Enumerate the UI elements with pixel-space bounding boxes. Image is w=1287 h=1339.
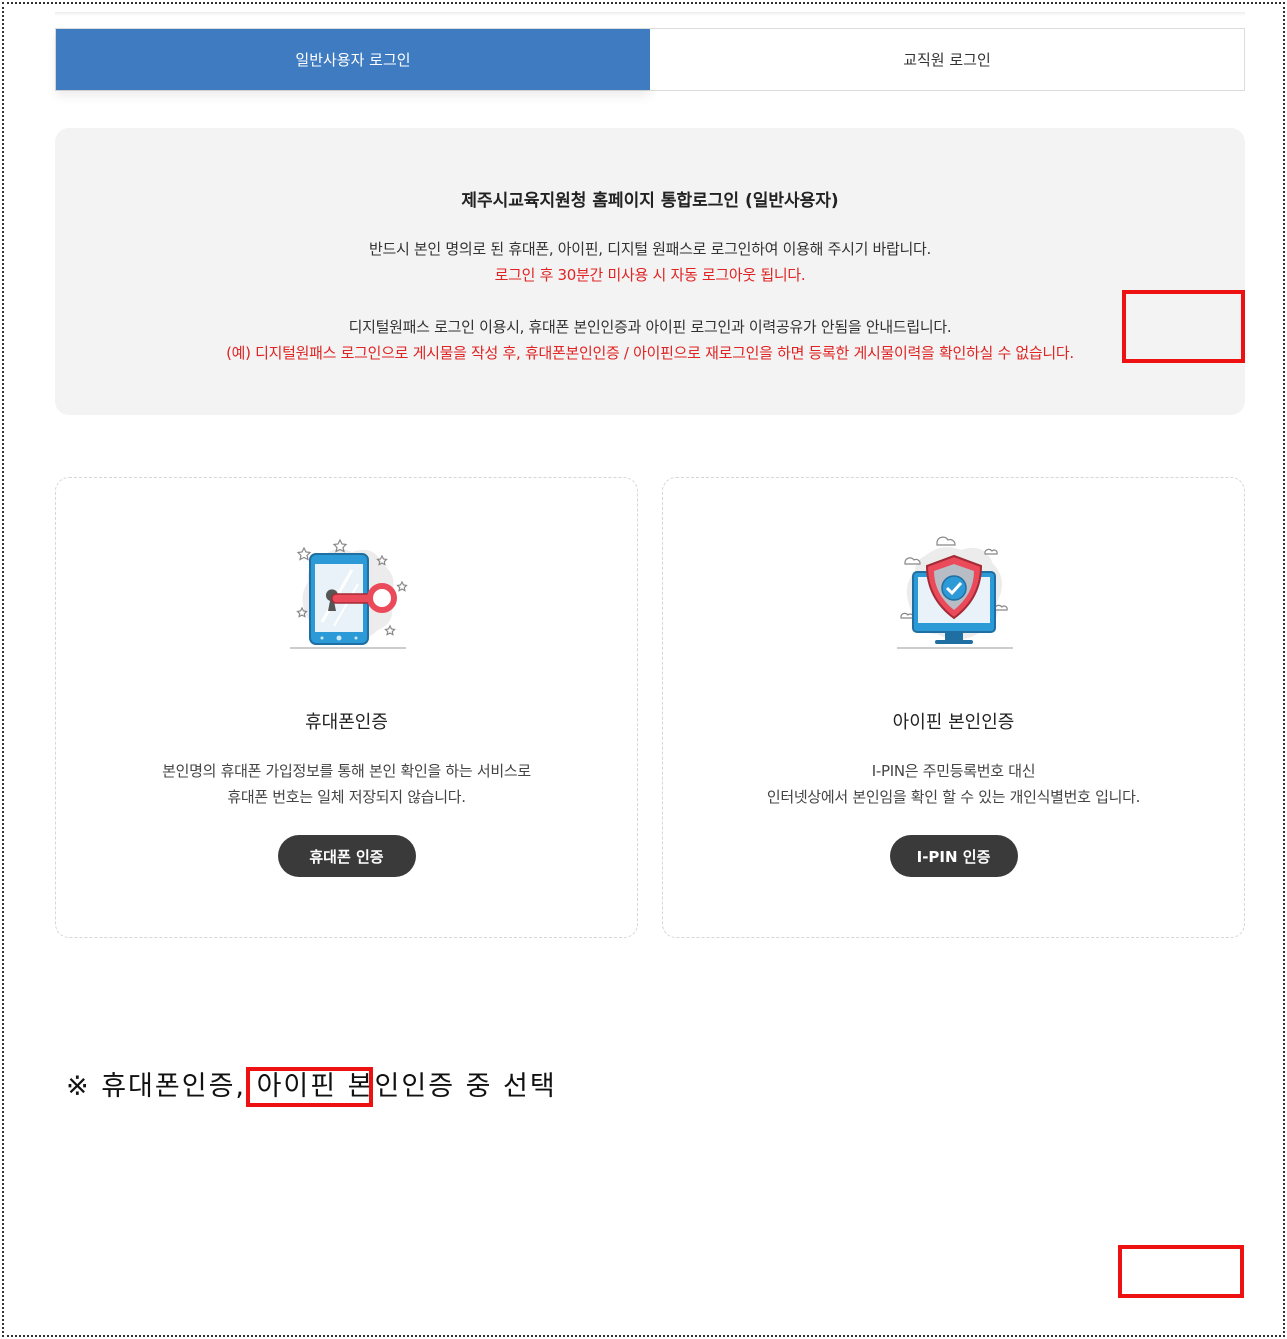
phone-auth-button[interactable]: 휴대폰 인증 [277, 835, 416, 877]
notice-line-4: (예) 디지털원패스 로그인으로 게시물을 작성 후, 휴대폰본인인증 / 아이… [226, 344, 1074, 362]
ipin-auth-card: 아이핀 본인인증 I-PIN은 주민등록번호 대신 인터넷상에서 본인임을 확인… [662, 477, 1245, 938]
login-notice-box: 제주시교육지원청 홈페이지 통합로그인 (일반사용자) 반드시 본인 명의로 된… [55, 128, 1245, 415]
ipin-auth-button[interactable]: I-PIN 인증 [889, 835, 1018, 877]
header-divider [55, 12, 1245, 16]
notice-title: 제주시교육지원청 홈페이지 통합로그인 (일반사용자) [461, 191, 839, 211]
notice-line-2: 로그인 후 30분간 미사용 시 자동 로그아웃 됩니다. [494, 266, 806, 284]
phone-auth-description-2: 휴대폰 번호는 일체 저장되지 않습니다. [227, 788, 466, 806]
annotation-box-footnote [246, 1067, 373, 1107]
phone-auth-card: 휴대폰인증 본인명의 휴대폰 가입정보를 통해 본인 확인을 하는 서비스로 휴… [55, 477, 638, 938]
phone-key-icon [289, 538, 408, 649]
tab-staff-login[interactable]: 교직원 로그인 [650, 29, 1244, 90]
tab-general-user-login[interactable]: 일반사용자 로그인 [56, 29, 650, 90]
annotation-box-bottom-right [1118, 1245, 1244, 1298]
ipin-auth-description-1: I-PIN은 주민등록번호 대신 [871, 762, 1036, 780]
phone-auth-description-1: 본인명의 휴대폰 가입정보를 통해 본인 확인을 하는 서비스로 [162, 762, 531, 780]
notice-line-3: 디지털원패스 로그인 이용시, 휴대폰 본인인증과 아이핀 로그인과 이력공유가… [348, 318, 952, 336]
shield-monitor-icon [896, 536, 1013, 649]
login-tabs: 일반사용자 로그인 교직원 로그인 [55, 28, 1245, 91]
notice-line-1: 반드시 본인 명의로 된 휴대폰, 아이핀, 디지털 원패스로 로그인하여 이용… [368, 240, 932, 258]
phone-auth-title: 휴대폰인증 [305, 712, 388, 733]
ipin-auth-description-2: 인터넷상에서 본인임을 확인 할 수 있는 개인식별번호 입니다. [766, 788, 1141, 806]
ipin-auth-title: 아이핀 본인인증 [892, 712, 1015, 733]
annotation-box-notice [1122, 290, 1245, 363]
